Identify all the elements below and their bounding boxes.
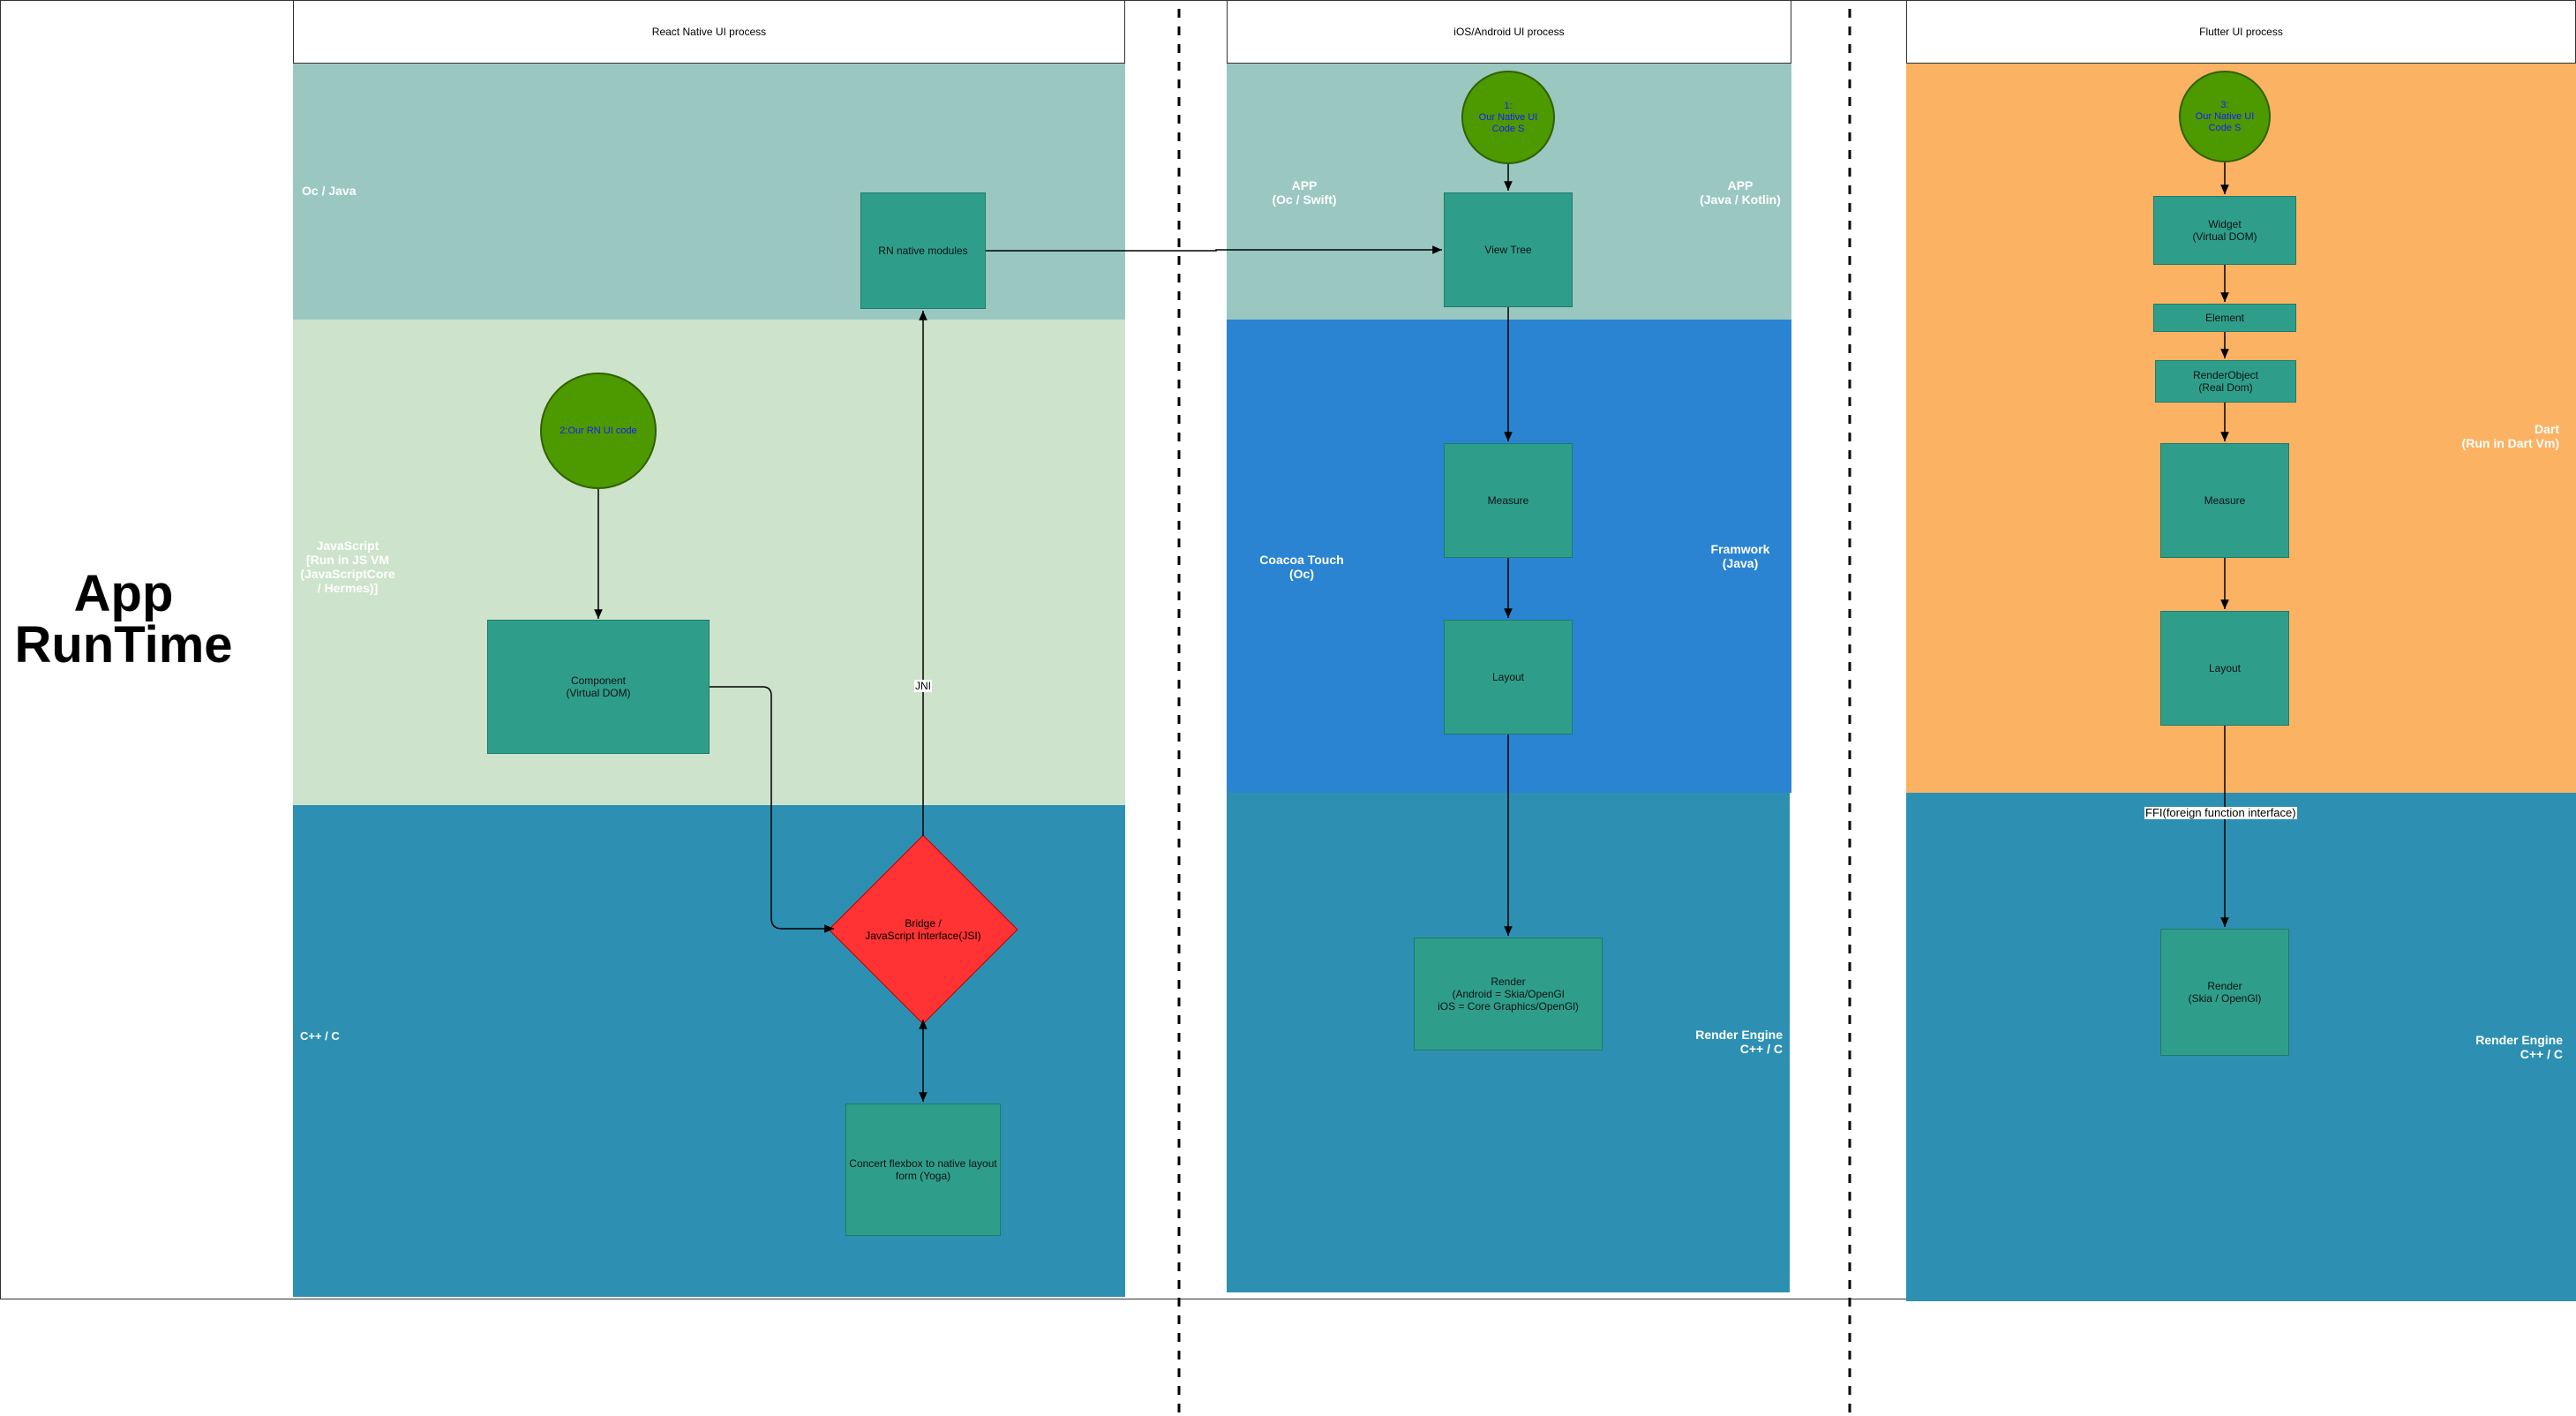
edge-native-modules-to-view-tree [986, 245, 1442, 254]
diagram-connectors [594, 9, 2229, 1416]
edge-label-jni: JNI [914, 680, 932, 692]
edge-label-ffi: FFI(foreign function interface) [2144, 806, 2297, 819]
edge-component-to-bridge [710, 686, 834, 933]
